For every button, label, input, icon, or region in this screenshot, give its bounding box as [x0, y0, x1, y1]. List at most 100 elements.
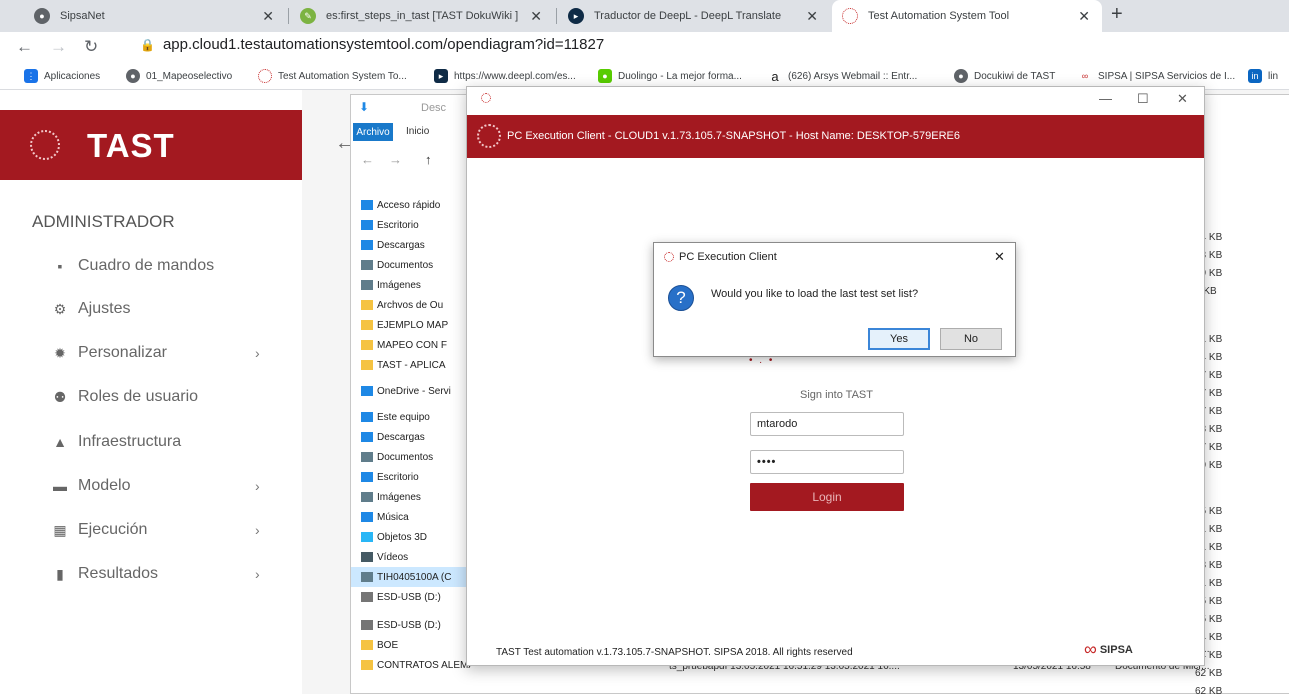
dialog-close-button[interactable]: ✕	[994, 249, 1005, 265]
dialog-title: PC Execution Client	[679, 251, 777, 263]
ribbon-home-tab[interactable]: Inicio	[406, 126, 429, 137]
menu-item-label: Roles de usuario	[78, 388, 199, 405]
browser-tab[interactable]: ▸ Traductor de DeepL - DeepL Translate ✕	[558, 0, 830, 32]
tree-item[interactable]: MAPEO CON F	[361, 335, 471, 355]
new-tab-button[interactable]: +	[1111, 3, 1123, 26]
menu-item-roles-de-usuario[interactable]: ⚉ Roles de usuario	[0, 377, 302, 417]
tree-item[interactable]: EJEMPLO MAP	[361, 315, 471, 335]
address-bar[interactable]: 🔒 app.cloud1.testautomationsystemtool.co…	[140, 36, 604, 53]
menu-item-label: Ejecución	[78, 521, 148, 538]
close-button[interactable]: ✕	[1177, 91, 1188, 107]
sipsa-logo: ∞ SIPSA	[1084, 639, 1133, 660]
bookmark-item[interactable]: ● Duolingo - La mejor forma...	[598, 69, 742, 83]
briefcase-icon: ▬	[53, 478, 67, 494]
tree-item[interactable]: TIH0405100A (C	[351, 567, 466, 587]
tree-item[interactable]: Este equipo	[361, 407, 471, 427]
tast-icon	[258, 69, 272, 83]
password-field[interactable]: ••••	[750, 450, 904, 474]
question-icon: ?	[668, 285, 694, 311]
folder-icon	[361, 412, 373, 422]
tree-item-label: Objetos 3D	[377, 531, 428, 543]
bookmark-item[interactable]: ● Docukiwi de TAST	[954, 69, 1055, 83]
folder-icon	[361, 260, 373, 270]
menu-item-ajustes[interactable]: ⚙ Ajustes	[0, 289, 302, 329]
tree-item-label: EJEMPLO MAP	[377, 319, 449, 331]
tree-item[interactable]: Vídeos	[361, 547, 471, 567]
browser-tab[interactable]: ✎ es:first_steps_in_tast [TAST DokuWiki …	[290, 0, 554, 32]
tree-item[interactable]: Documentos	[361, 447, 471, 467]
tree-item[interactable]: BOE	[361, 635, 471, 655]
ribbon-file-tab[interactable]: Archivo	[353, 123, 393, 141]
tab-separator	[556, 8, 557, 24]
maximize-button[interactable]: ☐	[1137, 91, 1149, 107]
back-arrow-icon[interactable]: ←	[16, 37, 33, 57]
dialog-titlebar: PC Execution Client ✕	[654, 243, 1015, 271]
folder-icon	[361, 620, 373, 630]
menu-item-infraestructura[interactable]: ▲ Infraestructura	[0, 422, 302, 462]
tab-separator	[288, 8, 289, 24]
menu-item-ejecucion[interactable]: ▦ Ejecución ›	[0, 510, 302, 550]
bookmark-label: Duolingo - La mejor forma...	[618, 70, 742, 82]
login-button[interactable]: Login	[750, 483, 904, 511]
bookmark-item[interactable]: ● 01_Mapeoselectivo	[126, 69, 232, 83]
section-title: ADMINISTRADOR	[32, 212, 175, 231]
bookmark-item[interactable]: ⋮ Aplicaciones	[24, 69, 100, 83]
tree-item[interactable]: Imágenes	[361, 487, 471, 507]
tree-item-label: Archvos de Ou	[377, 299, 444, 311]
tree-item[interactable]: OneDrive - Servi	[361, 381, 471, 401]
bookmark-label: SIPSA | SIPSA Servicios de I...	[1098, 70, 1236, 82]
back-arrow-icon[interactable]: ←	[361, 152, 374, 167]
users-icon: ⚉	[53, 388, 67, 405]
close-tab-icon[interactable]: ✕	[1078, 8, 1090, 25]
tree-item-label: Documentos	[377, 259, 434, 271]
menu-item-resultados[interactable]: ▮ Resultados ›	[0, 554, 302, 594]
folder-icon	[361, 552, 373, 562]
tree-item[interactable]: Objetos 3D	[361, 527, 471, 547]
close-tab-icon[interactable]: ✕	[262, 8, 274, 25]
username-field[interactable]: mtarodo	[750, 412, 904, 436]
browser-tab-active[interactable]: Test Automation System Tool ✕	[832, 0, 1102, 32]
reload-icon[interactable]: ↻	[84, 37, 98, 57]
folder-icon	[361, 386, 373, 396]
tree-item[interactable]: CONTRATOS ALEMANIA	[361, 655, 471, 675]
folder-icon	[361, 280, 373, 290]
tree-item[interactable]: Escritorio	[361, 467, 471, 487]
tree-item[interactable]: ESD-USB (D:)	[361, 587, 471, 607]
menu-item-cuadro-de-mandos[interactable]: ▪ Cuadro de mandos	[0, 246, 302, 286]
sipsa-icon: ∞	[1078, 69, 1092, 83]
folder-icon	[361, 532, 373, 542]
forward-arrow-icon[interactable]: →	[389, 152, 402, 167]
bookmark-item[interactable]: ▸ https://www.deepl.com/es...	[434, 69, 576, 83]
folder-icon	[361, 660, 373, 670]
browser-tab[interactable]: ● SipsaNet ✕	[24, 0, 286, 32]
close-tab-icon[interactable]: ✕	[530, 8, 542, 25]
up-arrow-icon[interactable]: ↑	[425, 152, 432, 167]
close-tab-icon[interactable]: ✕	[806, 8, 818, 25]
tree-item[interactable]: Descargas	[361, 427, 471, 447]
pc-client-title: PC Execution Client - CLOUD1 v.1.73.105.…	[507, 130, 961, 142]
tree-item[interactable]: Descargas	[361, 235, 471, 255]
tast-logo-icon	[481, 93, 491, 103]
forward-arrow-icon[interactable]: →	[50, 37, 67, 57]
no-button[interactable]: No	[940, 328, 1002, 350]
tree-item[interactable]: Acceso rápido	[361, 195, 471, 215]
menu-item-personalizar[interactable]: ✹ Personalizar ›	[0, 333, 302, 373]
bookmark-item[interactable]: Test Automation System To...	[258, 69, 407, 83]
minimize-button[interactable]: —	[1099, 91, 1112, 106]
tree-item[interactable]: TAST - APLICA	[361, 355, 471, 375]
tree-item[interactable]: Escritorio	[361, 215, 471, 235]
bookmark-item[interactable]: a (626) Arsys Webmail :: Entr...	[768, 69, 917, 84]
tree-item[interactable]: Imágenes	[361, 275, 471, 295]
tree-item[interactable]: ESD-USB (D:)	[361, 615, 471, 635]
tree-item[interactable]: Archvos de Ou	[361, 295, 471, 315]
tree-item[interactable]: Música	[361, 507, 471, 527]
yes-button[interactable]: Yes	[868, 328, 930, 350]
menu-item-modelo[interactable]: ▬ Modelo ›	[0, 466, 302, 506]
bookmark-item[interactable]: ∞ SIPSA | SIPSA Servicios de I...	[1078, 69, 1235, 83]
brand-name: TAST	[87, 127, 175, 164]
tree-item[interactable]: Documentos	[361, 255, 471, 275]
url-text[interactable]: app.cloud1.testautomationsystemtool.com/…	[163, 36, 604, 53]
bookmark-item[interactable]: in lin	[1248, 69, 1278, 83]
customize-icon: ✹	[54, 344, 66, 361]
tree-item-label: Documentos	[377, 451, 434, 463]
